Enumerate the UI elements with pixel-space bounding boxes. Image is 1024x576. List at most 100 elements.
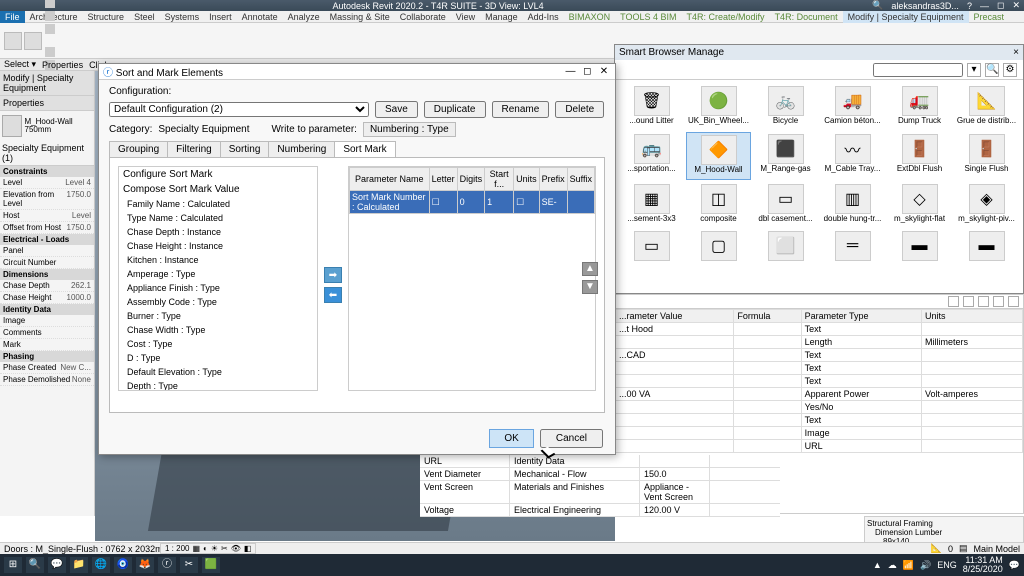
prop-row[interactable]: Comments — [0, 327, 94, 339]
save-icon[interactable] — [978, 296, 989, 307]
help-icon[interactable]: ? — [967, 1, 972, 11]
param-option[interactable]: D : Type — [119, 351, 317, 365]
taskbar-icon[interactable]: 💬 — [48, 557, 66, 573]
dialog-tab[interactable]: Grouping — [109, 141, 168, 157]
family-item[interactable]: ◇m_skylight-flat — [887, 182, 952, 228]
close-icon[interactable]: × — [1013, 47, 1019, 58]
ribbon-tab[interactable]: Structure — [83, 11, 130, 23]
lang-indicator[interactable]: ENG — [937, 560, 957, 570]
maximize-icon[interactable]: ◻ — [580, 66, 594, 77]
table-row[interactable]: VoltageElectrical Engineering120.00 V — [420, 504, 780, 517]
family-item[interactable]: ▭dbl casement... — [753, 182, 818, 228]
ribbon-tab[interactable]: Steel — [129, 11, 160, 23]
prop-row[interactable]: Phase CreatedNew C... — [0, 362, 94, 374]
tray-icon[interactable]: ▲ — [873, 560, 882, 570]
ribbon-tab[interactable]: Insert — [204, 11, 237, 23]
family-item[interactable]: 🟢UK_Bin_Wheel... — [686, 84, 751, 130]
ribbon-tab[interactable]: Modify | Specialty Equipment — [843, 11, 969, 23]
ribbon-tab[interactable]: File — [0, 11, 25, 23]
param-option[interactable]: Assembly Code : Type — [119, 295, 317, 309]
dialog-tab[interactable]: Sort Mark — [334, 141, 395, 157]
modify-icon[interactable] — [4, 32, 22, 50]
table-row[interactable]: URLIdentity Data — [420, 455, 780, 468]
prop-row[interactable]: Phase DemolishedNone — [0, 374, 94, 386]
rename-button[interactable]: Rename — [492, 101, 550, 118]
param-option[interactable]: Chase Height : Instance — [119, 239, 317, 253]
param-option[interactable]: Family Name : Calculated — [119, 197, 317, 211]
ribbon-tab[interactable]: Add-Ins — [523, 11, 564, 23]
settings-icon[interactable]: ⚙ — [1003, 63, 1017, 77]
param-option[interactable]: Amperage : Type — [119, 267, 317, 281]
table-row[interactable]: Text — [616, 362, 1023, 375]
taskbar-icon[interactable]: ✂ — [180, 557, 198, 573]
family-item[interactable]: 🚪Single Flush — [954, 132, 1019, 180]
sort-mark-grid[interactable]: Parameter NameLetterDigitsStart f...Unit… — [348, 166, 596, 391]
family-item[interactable]: ◈m_skylight-piv... — [954, 182, 1019, 228]
family-item[interactable]: 🔶M_Hood-Wall — [686, 132, 751, 180]
folder-icon[interactable]: ▾ — [967, 63, 981, 77]
properties-label[interactable]: Properties — [42, 60, 83, 70]
table-row[interactable]: LengthMillimeters — [616, 336, 1023, 349]
family-item[interactable]: 🚚Camion béton... — [820, 84, 885, 130]
prop-row[interactable]: Offset from Host1750.0 — [0, 222, 94, 234]
open-icon[interactable] — [963, 296, 974, 307]
dialog-tab[interactable]: Numbering — [268, 141, 335, 157]
family-item[interactable]: ═ — [820, 229, 885, 266]
sound-icon[interactable]: 🔊 — [920, 560, 931, 571]
type-selector[interactable]: Specialty Equipment (1) — [0, 141, 94, 166]
ribbon-tab[interactable]: Collaborate — [395, 11, 451, 23]
ribbon-tab[interactable]: Manage — [480, 11, 523, 23]
param-option[interactable]: Chase Depth : Instance — [119, 225, 317, 239]
ribbon-tab[interactable]: Massing & Site — [325, 11, 395, 23]
taskbar-icon[interactable]: 🟩 — [202, 557, 220, 573]
family-item[interactable]: 🚲Bicycle — [753, 84, 818, 130]
cloud-icon[interactable]: ☁ — [888, 560, 897, 571]
taskbar-icon[interactable]: ⊞ — [4, 557, 22, 573]
scale-control[interactable]: 1 : 200 — [165, 544, 189, 553]
table-row[interactable]: Text — [616, 375, 1023, 388]
family-item[interactable]: ⬛M_Range-gas — [753, 132, 818, 180]
prop-row[interactable]: Circuit Number — [0, 257, 94, 269]
family-item[interactable]: 📐Grue de distrib... — [954, 84, 1019, 130]
prop-row[interactable]: Mark — [0, 339, 94, 351]
prop-row[interactable]: Elevation from Level1750.0 — [0, 189, 94, 210]
prop-row[interactable]: Panel — [0, 245, 94, 257]
table-row[interactable]: Vent DiameterMechanical - Flow150.0 — [420, 468, 780, 481]
table-row[interactable]: ...t HoodText — [616, 323, 1023, 336]
table-row[interactable]: Yes/No — [616, 401, 1023, 414]
family-item[interactable]: 🚪ExtDbl Flush — [887, 132, 952, 180]
prop-row[interactable]: LevelLevel 4 — [0, 177, 94, 189]
folder-icon[interactable] — [948, 296, 959, 307]
prop-row[interactable]: Chase Depth262.1 — [0, 280, 94, 292]
view-controls[interactable]: 1 : 200 ▦◐☀✂👁◧ — [160, 543, 256, 554]
write-value[interactable]: Numbering : Type — [363, 122, 456, 137]
notifications-icon[interactable]: 💬 — [1009, 560, 1020, 571]
taskbar-icon[interactable]: 📁 — [70, 557, 88, 573]
param-option[interactable]: Default Elevation : Type — [119, 365, 317, 379]
taskbar-icon[interactable]: 🔍 — [26, 557, 44, 573]
dialog-tab[interactable]: Filtering — [167, 141, 221, 157]
parameter-source-list[interactable]: Configure Sort Mark Compose Sort Mark Va… — [118, 166, 318, 391]
paste-icon[interactable] — [24, 32, 42, 50]
prop-row[interactable]: Image — [0, 315, 94, 327]
family-item[interactable]: ▦...sement-3x3 — [619, 182, 684, 228]
select-dropdown[interactable]: Select ▾ — [4, 59, 36, 70]
family-item[interactable]: 🗑...ound Litter — [619, 84, 684, 130]
ribbon-tab[interactable]: BIMAXON — [564, 11, 616, 23]
ribbon-tab[interactable]: View — [451, 11, 480, 23]
param-option[interactable]: Depth : Type — [119, 379, 317, 391]
close-icon[interactable]: ✕ — [1012, 0, 1020, 11]
user-label[interactable]: aleksandras3D... — [891, 1, 959, 11]
maximize-icon[interactable]: ◻ — [997, 0, 1004, 11]
ribbon-tab[interactable]: Systems — [160, 11, 205, 23]
family-item[interactable]: 🚌...sportation... — [619, 132, 684, 180]
ribbon-tab[interactable]: TOOLS 4 BIM — [615, 11, 681, 23]
prop-row[interactable]: Chase Height1000.0 — [0, 292, 94, 304]
param-option[interactable]: Type Name : Calculated — [119, 211, 317, 225]
taskbar-icon[interactable]: ⓡ — [158, 557, 176, 573]
ribbon-tab[interactable]: T4R: Document — [770, 11, 843, 23]
family-item[interactable]: ▬ — [887, 229, 952, 266]
family-item[interactable]: ▭ — [619, 229, 684, 266]
dialog-tab[interactable]: Sorting — [220, 141, 270, 157]
param-option[interactable]: Cost : Type — [119, 337, 317, 351]
